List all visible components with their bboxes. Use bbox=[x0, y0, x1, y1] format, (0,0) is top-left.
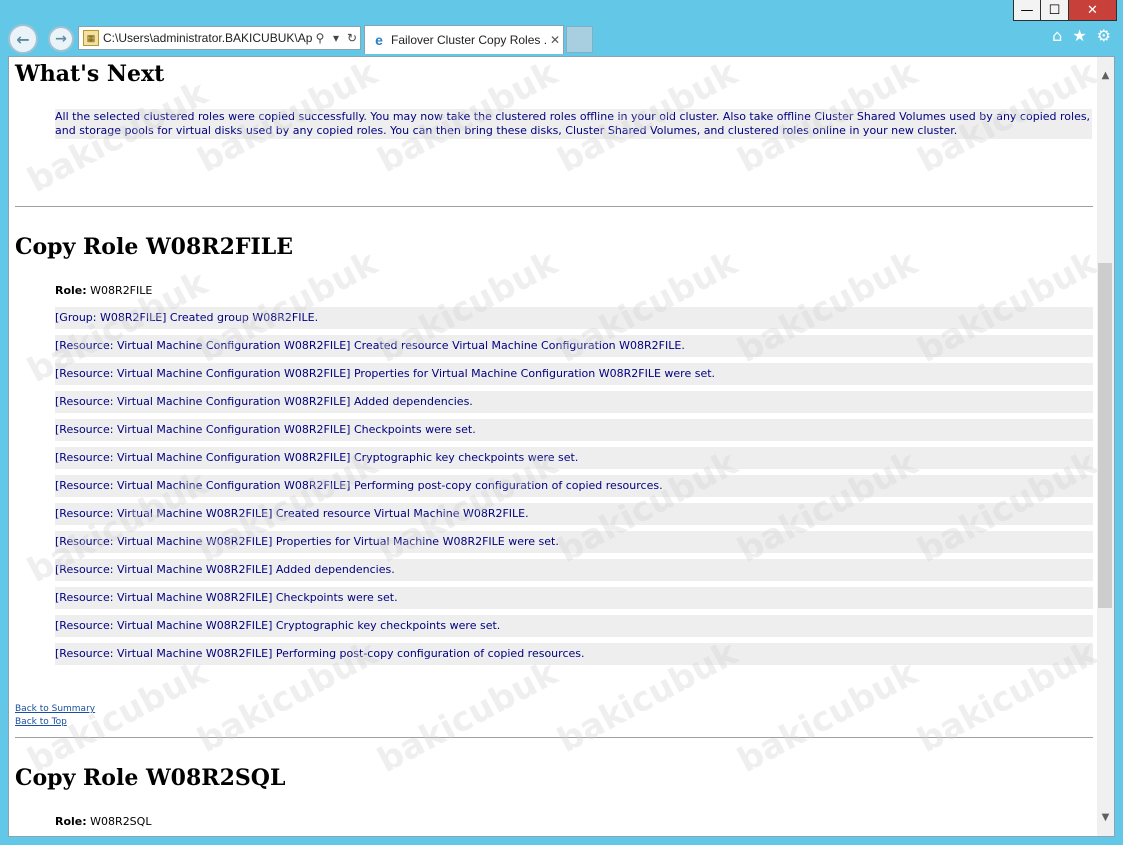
divider bbox=[15, 737, 1093, 738]
log-row: [Resource: Virtual Machine Configuration… bbox=[55, 335, 1093, 357]
toolbar-right-icons: ⌂ ★ ⚙ bbox=[1052, 26, 1111, 45]
role-value: W08R2FILE bbox=[90, 284, 153, 297]
back-arrow-icon: ← bbox=[16, 29, 30, 49]
window-controls: — ☐ ✕ bbox=[1013, 0, 1117, 22]
whats-next-heading: What's Next bbox=[15, 61, 165, 87]
role-label: Role: bbox=[55, 284, 87, 297]
log-row: [Resource: Virtual Machine W08R2FILE] Pr… bbox=[55, 531, 1093, 553]
log-row: [Resource: Virtual Machine Configuration… bbox=[55, 363, 1093, 385]
scroll-up-icon[interactable]: ▲ bbox=[1097, 67, 1114, 84]
address-text[interactable]: C:\Users\administrator.BAKICUBUK\Ap bbox=[103, 31, 312, 45]
new-tab-button[interactable] bbox=[566, 26, 593, 53]
back-to-top-link[interactable]: Back to Top bbox=[15, 717, 67, 727]
log-row: [Resource: Virtual Machine W08R2FILE] Pe… bbox=[55, 643, 1093, 665]
ie-icon: e bbox=[375, 32, 383, 48]
divider bbox=[15, 206, 1093, 207]
close-button[interactable]: ✕ bbox=[1069, 0, 1117, 21]
refresh-icon[interactable]: ↻ bbox=[344, 31, 360, 45]
log-row: [Resource: Virtual Machine Configuration… bbox=[55, 419, 1093, 441]
minimize-button[interactable]: — bbox=[1013, 0, 1041, 21]
address-bar[interactable]: ▦ C:\Users\administrator.BAKICUBUK\Ap ⚲ … bbox=[78, 26, 361, 50]
scroll-down-icon[interactable]: ▼ bbox=[1097, 809, 1114, 826]
log-row: [Resource: Virtual Machine Configuration… bbox=[55, 475, 1093, 497]
tab-close-icon[interactable]: ✕ bbox=[547, 33, 563, 47]
role-label: Role: bbox=[55, 815, 87, 828]
page-icon: ▦ bbox=[83, 30, 99, 46]
copy-role-w08r2file-heading: Copy Role W08R2FILE bbox=[15, 234, 294, 260]
home-icon[interactable]: ⌂ bbox=[1052, 26, 1062, 45]
watermark-text: bakicubuk bbox=[371, 653, 564, 781]
role-value: W08R2SQL bbox=[90, 815, 152, 828]
log-row: [Resource: Virtual Machine Configuration… bbox=[55, 447, 1093, 469]
forward-arrow-icon: → bbox=[55, 31, 67, 47]
log-rows: [Group: W08R2FILE] Created group W08R2FI… bbox=[55, 307, 1093, 671]
log-row: [Resource: Virtual Machine Configuration… bbox=[55, 391, 1093, 413]
favorites-icon[interactable]: ★ bbox=[1072, 26, 1086, 45]
scroll-thumb[interactable] bbox=[1098, 263, 1112, 608]
watermark-text: bakicubuk bbox=[731, 653, 924, 781]
maximize-button[interactable]: ☐ bbox=[1041, 0, 1069, 21]
back-button[interactable]: ← bbox=[8, 24, 38, 54]
back-to-summary-link[interactable]: Back to Summary bbox=[15, 704, 95, 714]
role-line: Role: W08R2FILE bbox=[55, 284, 152, 297]
log-row: [Resource: Virtual Machine W08R2FILE] Cr… bbox=[55, 503, 1093, 525]
whats-next-text: All the selected clustered roles were co… bbox=[55, 109, 1092, 139]
log-row: [Resource: Virtual Machine W08R2FILE] Ad… bbox=[55, 559, 1093, 581]
search-icon[interactable]: ⚲ bbox=[312, 31, 328, 45]
page-viewport: What's Next All the selected clustered r… bbox=[8, 56, 1115, 837]
forward-button[interactable]: → bbox=[48, 26, 74, 52]
settings-icon[interactable]: ⚙ bbox=[1097, 26, 1111, 45]
vertical-scrollbar[interactable]: ▲ ▼ bbox=[1097, 57, 1114, 836]
log-row: [Group: W08R2FILE] Created group W08R2FI… bbox=[55, 307, 1093, 329]
dropdown-icon[interactable]: ▾ bbox=[328, 31, 344, 45]
copy-role-w08r2sql-heading: Copy Role W08R2SQL bbox=[15, 765, 286, 791]
tab-failover-cluster[interactable]: e Failover Cluster Copy Roles ... ✕ bbox=[364, 25, 564, 54]
browser-toolbar: ← → ▦ C:\Users\administrator.BAKICUBUK\A… bbox=[0, 22, 1123, 54]
page-content: What's Next All the selected clustered r… bbox=[9, 57, 1099, 836]
log-row: [Resource: Virtual Machine W08R2FILE] Cr… bbox=[55, 615, 1093, 637]
tab-label: Failover Cluster Copy Roles ... bbox=[391, 33, 547, 47]
log-row: [Resource: Virtual Machine W08R2FILE] Ch… bbox=[55, 587, 1093, 609]
role-line: Role: W08R2SQL bbox=[55, 815, 151, 828]
